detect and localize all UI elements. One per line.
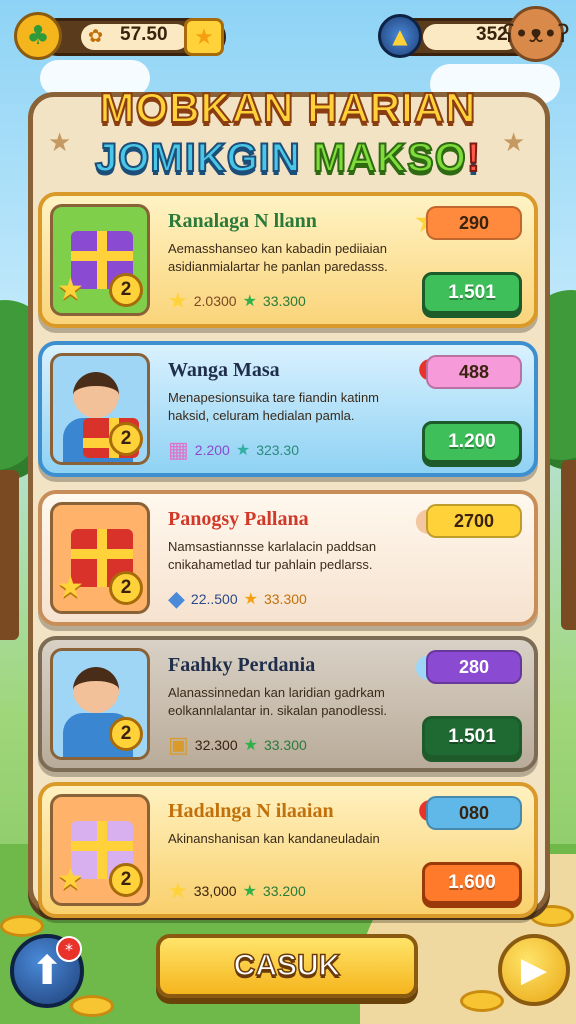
level-badge: 2 bbox=[109, 717, 143, 751]
reward-badge: 280 bbox=[426, 650, 522, 684]
top-bar: ♣ 57.50 ★ ✿ ▲ 352 ʕ•ᴥ•ʔ bbox=[0, 6, 576, 62]
stat-secondary: 33.300 bbox=[263, 591, 307, 607]
green-star-icon: ★ bbox=[242, 293, 257, 310]
crate-icon: ▣ bbox=[168, 732, 189, 757]
stat-primary: 33,000 bbox=[193, 883, 237, 899]
quest-stats: ◆ 22..500 ★ 33.300 bbox=[168, 586, 307, 612]
coin-pile-icon bbox=[460, 990, 504, 1012]
quest-description: Menapesionsuika tare fiandin katinm haks… bbox=[168, 390, 380, 423]
quest-thumbnail: ★ 2 bbox=[50, 794, 150, 906]
quest-title: Ranalaga N llann bbox=[168, 210, 317, 232]
quest-stats: ▦ 2.200 ★ 323.30 bbox=[168, 437, 299, 463]
stat-primary: 22..500 bbox=[190, 591, 238, 607]
quest-stats: ★ 2.0300 ★ 33.300 bbox=[168, 288, 306, 314]
quest-description: Alanassinnedan kan laridian gadrkam eolk… bbox=[168, 685, 387, 718]
quest-description: Aemasshanseo kan kabadin pediiaian asidi… bbox=[168, 241, 388, 274]
quest-title: Faahky Perdania bbox=[168, 654, 316, 676]
star-icon: ★ bbox=[57, 570, 84, 605]
currency-left-value: 57.50 bbox=[120, 24, 168, 45]
quest-description: Namsastiannsse karlalacin paddsan cnikah… bbox=[168, 539, 377, 572]
stat-secondary: 33.300 bbox=[262, 293, 306, 309]
panel-title: MOBKAN HARIAN bbox=[99, 83, 477, 132]
orange-star-icon: ★ bbox=[243, 591, 258, 608]
quest-title: Panogsy Pallana bbox=[168, 508, 309, 530]
reward-badge: 2700 bbox=[426, 504, 522, 538]
coin-pile-icon bbox=[70, 995, 114, 1017]
reward-badge: 290 bbox=[426, 206, 522, 240]
quest-card[interactable]: 2 Wanga Masa Menapesionsuika tare fiandi… bbox=[38, 341, 538, 477]
claim-button[interactable]: 1.501 bbox=[422, 272, 522, 314]
green-star-icon: ★ bbox=[242, 883, 257, 900]
bell-icon: ▲ bbox=[378, 14, 422, 58]
bear-icon: ʕ•ᴥ•ʔ bbox=[502, 6, 570, 62]
star-icon: ★ bbox=[168, 288, 188, 313]
reward-badge: 080 bbox=[426, 796, 522, 830]
level-badge: 2 bbox=[109, 422, 143, 456]
star-icon: ★ bbox=[168, 878, 188, 903]
stat-secondary: 33.200 bbox=[262, 883, 306, 899]
coin-pile-icon bbox=[0, 915, 44, 937]
quest-stats: ★ 33,000 ★ 33.200 bbox=[168, 878, 306, 904]
reward-badge: 488 bbox=[426, 355, 522, 389]
clover-icon: ♣ bbox=[14, 12, 62, 60]
quest-card[interactable]: ★ 2 Panogsy Pallana Namsastiannsse karla… bbox=[38, 490, 538, 626]
main-action-button[interactable]: CASUK bbox=[156, 934, 418, 998]
level-badge: 2 bbox=[109, 273, 143, 307]
claim-button[interactable]: 1.501 bbox=[422, 716, 522, 758]
claim-button[interactable]: 1.600 bbox=[422, 862, 522, 904]
green-star-icon: ★ bbox=[235, 442, 251, 459]
quest-title: Hadalnga N ilaaian bbox=[168, 800, 334, 822]
quest-thumbnail: ★ 2 bbox=[50, 502, 150, 614]
level-badge: 2 bbox=[109, 571, 143, 605]
stat-secondary: 323.30 bbox=[256, 442, 300, 458]
panel-subtitle: JOMIKGIN MAKSO! bbox=[94, 135, 482, 181]
play-icon[interactable]: ▶ bbox=[498, 934, 570, 1006]
quest-thumbnail: 2 bbox=[50, 648, 150, 760]
quest-description: Akinanshanisan kan kandaneuladain bbox=[168, 831, 380, 846]
cube-icon: ▦ bbox=[168, 437, 189, 462]
claim-button[interactable]: 1.200 bbox=[422, 421, 522, 463]
stat-primary: 32.300 bbox=[194, 737, 238, 753]
star-icon[interactable]: ★ bbox=[184, 18, 224, 56]
stat-primary: 2.0300 bbox=[193, 293, 237, 309]
quest-card[interactable]: 2 Faahky Perdania Alanassinnedan kan lar… bbox=[38, 636, 538, 772]
person-icon bbox=[73, 372, 119, 418]
person-icon bbox=[73, 667, 119, 713]
quest-thumbnail: ★ 2 bbox=[50, 204, 150, 316]
star-icon: ★ bbox=[57, 272, 84, 307]
gem-icon: ◆ bbox=[168, 586, 185, 611]
paw-icon: ✿ bbox=[88, 26, 104, 47]
level-badge: 2 bbox=[109, 863, 143, 897]
quest-card[interactable]: ★ 2 Hadalnga N ilaaian Akinanshanisan ka… bbox=[38, 782, 538, 918]
notification-badge: * bbox=[56, 936, 82, 962]
star-icon: ★ bbox=[57, 862, 84, 897]
quest-title: Wanga Masa bbox=[168, 359, 280, 381]
quest-card[interactable]: ★ 2 Ranalaga N llann Aemasshanseo kan ka… bbox=[38, 192, 538, 328]
quest-stats: ▣ 32.300 ★ 33.300 bbox=[168, 732, 307, 758]
stat-primary: 2.200 bbox=[194, 442, 230, 458]
stat-secondary: 33.300 bbox=[263, 737, 307, 753]
quest-thumbnail: 2 bbox=[50, 353, 150, 465]
green-star-icon: ★ bbox=[243, 737, 258, 754]
